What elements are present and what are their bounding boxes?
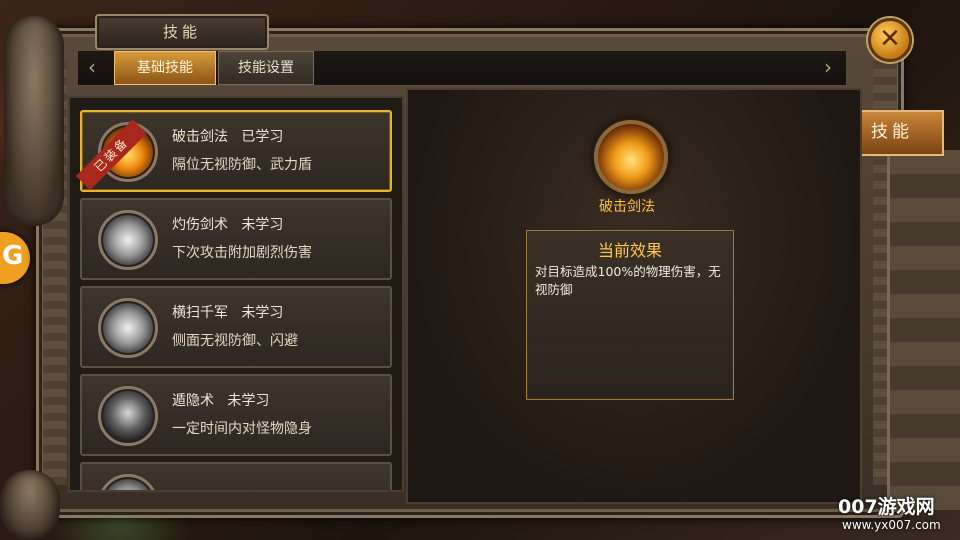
effect-title: 当前效果 — [597, 241, 662, 260]
wind-slash-icon — [98, 210, 158, 270]
skill-list-item[interactable]: 灼伤剑术 未学习 下次攻击附加剧烈伤害 — [80, 198, 392, 280]
fire-slash-icon — [594, 120, 668, 194]
skill-name: 遁隐术 未学习 — [172, 393, 270, 409]
watermark-url: www.yx007.com — [842, 518, 941, 532]
detail-skill-name: 破击剑法 — [599, 199, 655, 215]
skill-status: 未学习 — [241, 217, 284, 233]
skill-name: 破击剑法 已学习 — [172, 129, 284, 145]
close-button[interactable]: ✕ — [868, 18, 912, 62]
skill-list-item[interactable]: 横扫千军 未学习 侧面无视防御、闪避 — [80, 286, 392, 368]
skill-list-item[interactable]: 破击剑法 已学习 隔位无视防御、武力盾 已装备 — [76, 110, 392, 192]
skill-status: 未学习 — [241, 305, 284, 321]
dragon-ornament-icon — [4, 16, 64, 226]
skill-desc: 隔位无视防御、武力盾 — [172, 157, 312, 173]
stealth-icon — [98, 386, 158, 446]
skill-list[interactable]: 破击剑法 已学习 隔位无视防御、武力盾 已装备 灼伤剑术 未学习 下次攻击附加剧… — [68, 96, 404, 492]
sweep-icon — [98, 298, 158, 358]
skill-desc: 下次攻击附加剧烈伤害 — [172, 245, 312, 261]
frame-pillar-right — [887, 150, 960, 510]
watermark-brand: 007游戏网 — [838, 496, 935, 518]
skill-list-item-partial[interactable] — [80, 462, 392, 490]
skill-desc: 一定时间内对怪物隐身 — [172, 421, 312, 437]
tab-scroll-right-icon[interactable]: › — [818, 52, 838, 82]
skill-desc: 侧面无视防御、闪避 — [172, 333, 298, 349]
effect-text: 对目标造成100%的物理伤害，无视防御 — [535, 264, 721, 297]
skill-icon — [98, 474, 158, 490]
skill-list-item[interactable]: 遁隐术 未学习 一定时间内对怪物隐身 — [80, 374, 392, 456]
close-icon: ✕ — [879, 24, 901, 54]
tab-skill-settings[interactable]: 技能设置 — [218, 51, 314, 85]
skill-name: 横扫千军 未学习 — [172, 305, 284, 321]
skill-status: 未学习 — [227, 393, 270, 409]
tab-scroll-left-icon[interactable]: ‹ — [82, 52, 102, 82]
effect-box: 当前效果 对目标造成100%的物理伤害，无视防御 — [526, 230, 734, 400]
dragon-ornament-bottom-icon — [0, 470, 60, 540]
skill-name: 灼伤剑术 未学习 — [172, 217, 284, 233]
window-title: 技能 — [95, 14, 269, 50]
skill-status: 已学习 — [241, 129, 284, 145]
tab-basic-skills[interactable]: 基础技能 — [114, 51, 216, 85]
